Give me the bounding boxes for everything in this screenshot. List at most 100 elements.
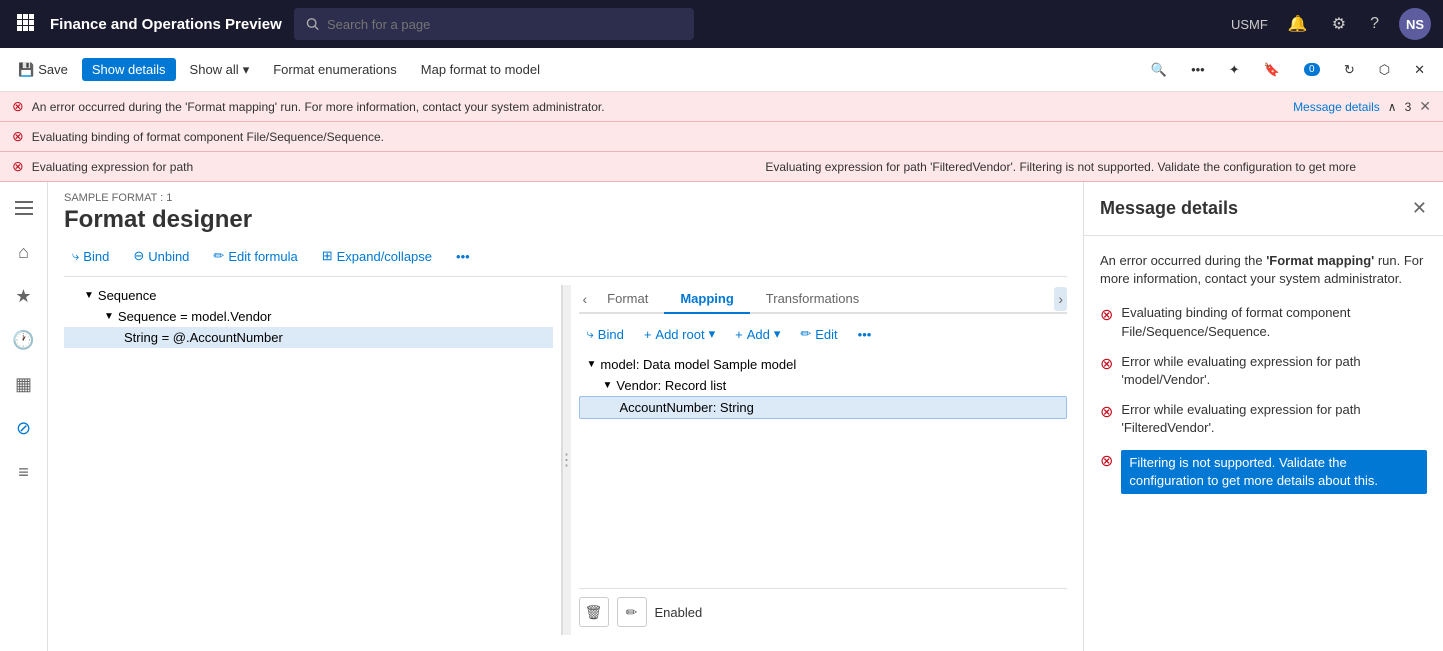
sidebar-menu-icon[interactable]	[6, 190, 42, 226]
error-bar-2: ⊗ Evaluating binding of format component…	[0, 122, 1443, 152]
panel-header: Message details ✕	[1084, 182, 1443, 236]
expand-collapse-button[interactable]: ⊞ Expand/collapse	[314, 244, 440, 268]
rt-edit-button[interactable]: ✏ Edit	[792, 322, 845, 346]
bind-icon: ⤷	[72, 248, 79, 264]
model-tree-vendor-label: Vendor: Record list	[616, 378, 726, 393]
nav-right: USMF 🔔 ⚙ ? NS	[1231, 8, 1431, 40]
model-tree-account-number[interactable]: AccountNumber: String	[579, 396, 1068, 419]
edit-formula-label: Edit formula	[228, 249, 297, 264]
model-tree-vendor[interactable]: ▼ Vendor: Record list	[579, 375, 1068, 396]
error-bar-main: ⊗ An error occurred during the 'Format m…	[0, 92, 1443, 122]
bottom-bar: 🗑 ✏ Enabled	[579, 588, 1068, 635]
panel-intro-text: An error occurred during the 'Format map…	[1100, 252, 1427, 288]
rt-add-root-label: Add root	[655, 327, 704, 342]
right-toolbar: ⤷ Bind + Add root ▾ + Add ▾	[579, 322, 1068, 346]
refresh-icon[interactable]: ↻	[1334, 58, 1365, 82]
bookmark-icon[interactable]: 🔖	[1254, 58, 1290, 82]
rt-bind-button[interactable]: ⤷ Bind	[579, 322, 632, 346]
panel-error-icon-4: ⊗	[1100, 451, 1113, 473]
sidebar-home-icon[interactable]: ⌂	[6, 234, 42, 270]
unbind-button[interactable]: ⊖ Unbind	[125, 244, 197, 268]
search-cmd-icon[interactable]: 🔍	[1141, 58, 1177, 82]
gear-icon[interactable]: ⚙	[1328, 10, 1350, 38]
error-actions: Message details ∧ 3 ✕	[1293, 98, 1431, 115]
model-tree: ▼ model: Data model Sample model ▼ Vendo…	[579, 354, 1068, 588]
bind-label: Bind	[83, 249, 109, 264]
panel-error-text-2: Error while evaluating expression for pa…	[1121, 353, 1427, 389]
tree-item-string[interactable]: String = @.AccountNumber	[64, 327, 553, 348]
split-handle[interactable]	[563, 285, 571, 635]
panel-error-2: ⊗ Error while evaluating expression for …	[1100, 353, 1427, 389]
panel-error-text-3: Error while evaluating expression for pa…	[1121, 401, 1427, 437]
model-tree-root[interactable]: ▼ model: Data model Sample model	[579, 354, 1068, 375]
map-format-to-model-button[interactable]: Map format to model	[411, 58, 550, 81]
save-label: Save	[38, 62, 68, 77]
delete-button[interactable]: 🗑	[579, 597, 609, 627]
format-enumerations-button[interactable]: Format enumerations	[263, 58, 407, 81]
rt-add-root-button[interactable]: + Add root ▾	[636, 322, 723, 346]
edit-bottom-button[interactable]: ✏	[617, 597, 647, 627]
avatar[interactable]: NS	[1399, 8, 1431, 40]
app-title: Finance and Operations Preview	[50, 16, 282, 33]
dismiss-button[interactable]: ✕	[1419, 98, 1431, 115]
show-all-button[interactable]: Show all ▾	[180, 58, 260, 82]
grid-icon[interactable]: ​	[12, 9, 38, 40]
tree-arrow-model-vendor: ▼	[603, 380, 613, 391]
edit-formula-icon: ✏	[213, 248, 224, 264]
edit-formula-button[interactable]: ✏ Edit formula	[205, 244, 305, 268]
search-bar[interactable]	[294, 8, 694, 40]
tree-arrow-model-root: ▼	[587, 359, 597, 370]
sidebar-list-icon[interactable]: ≡	[6, 454, 42, 490]
close-button[interactable]: ✕	[1404, 58, 1435, 82]
save-button[interactable]: 💾 Save	[8, 58, 78, 82]
tab-format-label: Format	[607, 291, 648, 306]
edit-icon: ✏	[800, 326, 811, 342]
sidebar: ⌂ ★ 🕐 ▦ ⊘ ≡	[0, 182, 48, 651]
more-tools-button[interactable]: •••	[448, 245, 478, 268]
bind-button[interactable]: ⤷ Bind	[64, 244, 117, 268]
tab-nav-left[interactable]: ‹	[579, 287, 592, 311]
rt-add-button[interactable]: + Add ▾	[727, 322, 788, 346]
error-nav-up[interactable]: ∧	[1388, 100, 1397, 114]
rt-bind-icon: ⤷	[587, 326, 594, 342]
tab-format[interactable]: Format	[591, 285, 664, 314]
more-actions-button[interactable]: •••	[1181, 58, 1215, 81]
sidebar-star-icon[interactable]: ★	[6, 278, 42, 314]
sidebar-table-icon[interactable]: ▦	[6, 366, 42, 402]
expand-icon: ⊞	[322, 248, 333, 264]
sidebar-filter-icon[interactable]: ⊘	[6, 410, 42, 446]
error-text-2: Evaluating binding of format component F…	[32, 130, 1431, 144]
status-label: Enabled	[655, 605, 703, 620]
tab-transformations[interactable]: Transformations	[750, 285, 875, 314]
panel-error-4: ⊗ Filtering is not supported. Validate t…	[1100, 450, 1427, 494]
tree-label-string: String = @.AccountNumber	[124, 330, 283, 345]
panel-error-1: ⊗ Evaluating binding of format component…	[1100, 304, 1427, 340]
panel-error-icon-1: ⊗	[1100, 305, 1113, 327]
error-bar-3: ⊗ Evaluating expression for path Evaluat…	[0, 152, 1443, 182]
sidebar-clock-icon[interactable]: 🕐	[6, 322, 42, 358]
tree-item-sequence-vendor[interactable]: ▼ Sequence = model.Vendor	[64, 306, 553, 327]
show-all-label: Show all	[190, 62, 239, 77]
badge-button[interactable]: 0	[1294, 59, 1330, 80]
error-text-3-full: Evaluating expression for path 'Filtered…	[765, 160, 1431, 174]
main-layout: ⌂ ★ 🕐 ▦ ⊘ ≡ SAMPLE FORMAT : 1 Format des…	[0, 182, 1443, 651]
panel-close-button[interactable]: ✕	[1412, 198, 1427, 219]
tab-transformations-label: Transformations	[766, 291, 859, 306]
show-details-button[interactable]: Show details	[82, 58, 176, 81]
tab-mapping-label: Mapping	[680, 291, 733, 306]
message-details-link[interactable]: Message details	[1293, 100, 1380, 114]
help-icon[interactable]: ?	[1366, 11, 1383, 37]
rt-add-label: Add	[747, 327, 770, 342]
panel-error-text-1: Evaluating binding of format component F…	[1121, 304, 1427, 340]
tab-nav-right[interactable]: ›	[1054, 287, 1067, 311]
rt-more-button[interactable]: •••	[850, 323, 880, 346]
bell-icon[interactable]: 🔔	[1284, 10, 1312, 38]
right-mapping-pane: ‹ Format Mapping Transformations ›	[571, 285, 1068, 635]
tree-item-sequence[interactable]: ▼ Sequence	[64, 285, 553, 306]
sample-label: SAMPLE FORMAT : 1	[64, 192, 1067, 204]
search-input[interactable]	[327, 17, 682, 32]
crosshair-icon[interactable]: ✦	[1219, 58, 1250, 82]
open-new-icon[interactable]: ⬡	[1369, 58, 1400, 82]
error-text-main: An error occurred during the 'Format map…	[32, 100, 1285, 114]
tab-mapping[interactable]: Mapping	[664, 285, 749, 314]
